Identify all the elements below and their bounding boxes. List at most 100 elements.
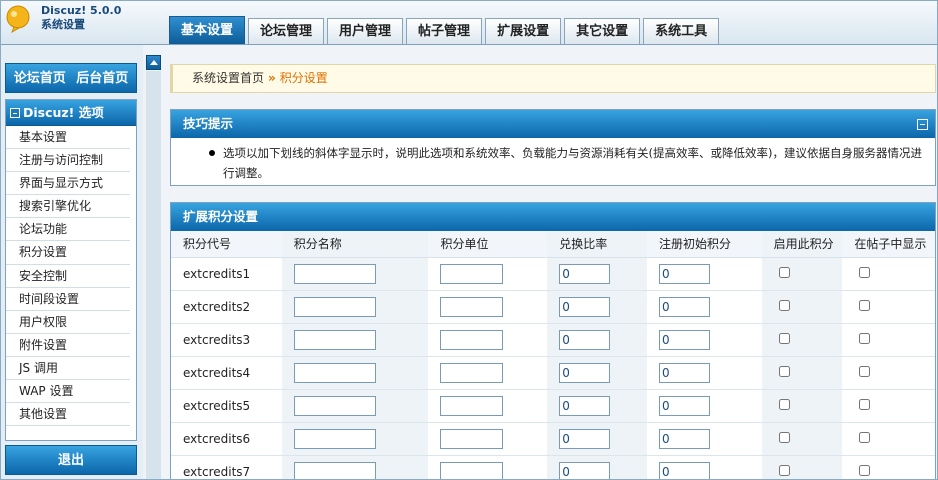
credit-show-in-post-checkbox[interactable] bbox=[859, 332, 871, 344]
credit-ratio-input[interactable] bbox=[559, 461, 611, 479]
logout-button[interactable]: 退出 bbox=[5, 445, 137, 475]
credit-initial-cell bbox=[646, 323, 762, 357]
credit-enable-checkbox[interactable] bbox=[778, 266, 790, 278]
scrollbar-track[interactable] bbox=[146, 71, 161, 479]
sidebar-item-forum-features[interactable]: 论坛功能 bbox=[6, 218, 130, 242]
credit-show-in-post-checkbox[interactable] bbox=[859, 464, 871, 476]
credit-enable-checkbox[interactable] bbox=[778, 431, 790, 443]
credit-code: extcredits3 bbox=[171, 323, 282, 357]
credit-name-input[interactable] bbox=[293, 461, 376, 479]
credit-unit-cell bbox=[428, 323, 548, 357]
collapse-icon[interactable] bbox=[917, 119, 928, 130]
tab-user-management[interactable]: 用户管理 bbox=[327, 18, 404, 44]
credit-ratio-cell bbox=[547, 356, 647, 390]
credit-name-cell bbox=[281, 455, 429, 479]
credit-unit-input[interactable] bbox=[440, 263, 504, 284]
credit-code: extcredits1 bbox=[171, 257, 282, 291]
credit-code: extcredits2 bbox=[171, 290, 282, 324]
credit-unit-input[interactable] bbox=[440, 395, 504, 416]
sidebar-item-security-control[interactable]: 安全控制 bbox=[6, 265, 130, 288]
tab-system-tools[interactable]: 系统工具 bbox=[643, 18, 720, 44]
credit-name-input[interactable] bbox=[293, 395, 376, 416]
credits-title: 扩展积分设置 bbox=[171, 203, 935, 231]
sidebar-item-basic-settings[interactable]: 基本设置 bbox=[6, 126, 130, 150]
sidebar-item-seo[interactable]: 搜索引擎优化 bbox=[6, 195, 130, 219]
sidebar-top-links: 论坛首页 后台首页 bbox=[5, 63, 137, 93]
table-row: extcredits1 bbox=[171, 257, 935, 291]
credit-initial-input[interactable] bbox=[658, 329, 710, 350]
scroll-up-icon[interactable] bbox=[146, 55, 161, 70]
credit-enable-cell bbox=[761, 323, 843, 357]
credit-show-in-post-checkbox[interactable] bbox=[859, 299, 871, 311]
credit-unit-input[interactable] bbox=[440, 428, 504, 449]
credit-show-cell bbox=[842, 323, 935, 357]
credit-name-cell bbox=[281, 356, 429, 390]
credit-show-cell bbox=[842, 422, 935, 456]
tips-header: 技巧提示 bbox=[171, 110, 935, 138]
credit-ratio-cell bbox=[547, 323, 647, 357]
tab-post-management[interactable]: 帖子管理 bbox=[406, 18, 483, 44]
sidebar-item-js-call[interactable]: JS 调用 bbox=[6, 357, 130, 381]
credit-ratio-input[interactable] bbox=[559, 263, 611, 284]
sidebar-item-wap-settings[interactable]: WAP 设置 bbox=[6, 380, 130, 404]
credit-ratio-input[interactable] bbox=[559, 395, 611, 416]
tab-other-settings[interactable]: 其它设置 bbox=[564, 18, 641, 44]
forum-home-link[interactable]: 论坛首页 bbox=[14, 71, 66, 86]
credit-enable-checkbox[interactable] bbox=[778, 464, 790, 476]
credit-name-input[interactable] bbox=[293, 296, 376, 317]
tab-basic-settings[interactable]: 基本设置 bbox=[169, 16, 246, 44]
credit-initial-input[interactable] bbox=[658, 296, 710, 317]
credit-show-cell bbox=[842, 455, 935, 479]
credit-enable-checkbox[interactable] bbox=[778, 299, 790, 311]
credits-panel: 扩展积分设置 积分代号 积分名称 积分单位 兑换比率 注册初始积分 启用此积分 … bbox=[170, 202, 936, 479]
admin-home-link[interactable]: 后台首页 bbox=[76, 71, 128, 86]
credit-enable-checkbox[interactable] bbox=[778, 398, 790, 410]
credit-initial-input[interactable] bbox=[658, 362, 710, 383]
credit-show-in-post-checkbox[interactable] bbox=[859, 431, 871, 443]
breadcrumb-home-link[interactable]: 系统设置首页 bbox=[192, 71, 264, 85]
credit-show-cell bbox=[842, 257, 935, 291]
credit-show-in-post-checkbox[interactable] bbox=[859, 398, 871, 410]
app-subtitle: 系统设置 bbox=[41, 18, 85, 31]
column-header: 积分代号 bbox=[171, 231, 282, 258]
credit-ratio-input[interactable] bbox=[559, 428, 611, 449]
credit-unit-input[interactable] bbox=[440, 461, 504, 479]
credit-name-cell bbox=[281, 389, 429, 423]
credit-ratio-input[interactable] bbox=[559, 362, 611, 383]
credit-unit-input[interactable] bbox=[440, 362, 504, 383]
credit-enable-checkbox[interactable] bbox=[778, 365, 790, 377]
credit-initial-input[interactable] bbox=[658, 461, 710, 479]
sidebar-item-credit-settings[interactable]: 积分设置 bbox=[6, 241, 130, 265]
sidebar-item-interface-display[interactable]: 界面与显示方式 bbox=[6, 172, 130, 196]
credit-show-in-post-checkbox[interactable] bbox=[859, 365, 871, 377]
credit-initial-input[interactable] bbox=[658, 428, 710, 449]
breadcrumb-separator: » bbox=[268, 71, 276, 85]
credit-name-input[interactable] bbox=[293, 428, 376, 449]
options-menu-header[interactable]: Discuz! 选项 bbox=[6, 100, 136, 126]
credit-enable-cell bbox=[761, 422, 843, 456]
admin-window: Discuz! 5.0.0 系统设置 基本设置 论坛管理 用户管理 帖子管理 扩… bbox=[0, 0, 938, 480]
sidebar-item-time-periods[interactable]: 时间段设置 bbox=[6, 288, 130, 311]
discuz-logo-icon bbox=[6, 5, 30, 33]
credit-ratio-input[interactable] bbox=[559, 296, 611, 317]
credit-show-in-post-checkbox[interactable] bbox=[859, 266, 871, 278]
credit-name-input[interactable] bbox=[293, 362, 376, 383]
credit-enable-checkbox[interactable] bbox=[778, 332, 790, 344]
sidebar-item-user-permissions[interactable]: 用户权限 bbox=[6, 311, 130, 334]
credit-initial-input[interactable] bbox=[658, 395, 710, 416]
sidebar-item-attachment-settings[interactable]: 附件设置 bbox=[6, 334, 130, 357]
credit-unit-input[interactable] bbox=[440, 329, 504, 350]
credit-unit-cell bbox=[428, 290, 548, 324]
sidebar-item-registration-access[interactable]: 注册与访问控制 bbox=[6, 149, 130, 173]
credit-enable-cell bbox=[761, 389, 843, 423]
credit-initial-input[interactable] bbox=[658, 263, 710, 284]
tab-forum-management[interactable]: 论坛管理 bbox=[248, 18, 325, 44]
collapse-icon[interactable] bbox=[10, 108, 20, 118]
credit-code: extcredits7 bbox=[171, 455, 282, 479]
sidebar-item-other-settings[interactable]: 其他设置 bbox=[6, 403, 130, 427]
credit-name-input[interactable] bbox=[293, 263, 376, 284]
credit-unit-input[interactable] bbox=[440, 296, 504, 317]
tab-extension-settings[interactable]: 扩展设置 bbox=[485, 18, 562, 44]
credit-ratio-input[interactable] bbox=[559, 329, 611, 350]
credit-name-input[interactable] bbox=[293, 329, 376, 350]
